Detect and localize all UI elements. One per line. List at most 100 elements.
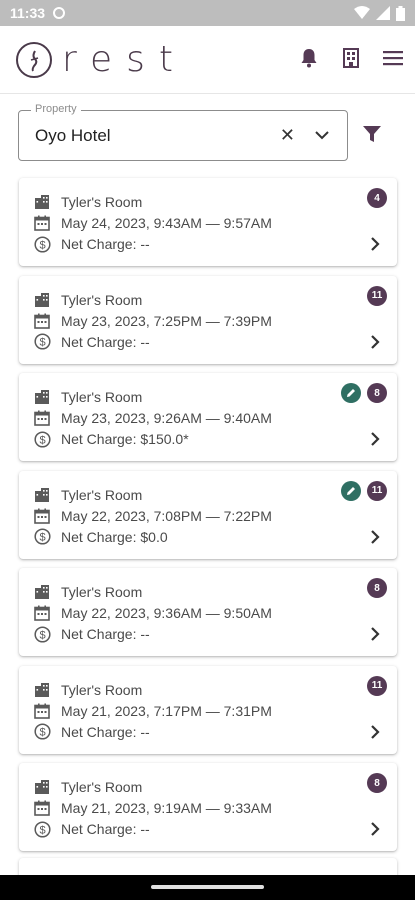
room-name: Tyler's Room [61,389,143,405]
room-row: Tyler's Room [33,485,142,505]
booking-list: Tyler's Room May 24, 2023, 9:43AM — 9:57… [19,178,397,861]
booking-card[interactable]: Tyler's Room May 23, 2023, 9:26AM — 9:40… [19,373,397,461]
charge-row: $ Net Charge: -- [33,819,150,839]
status-bar: 11:33 [0,0,415,26]
booking-date: May 22, 2023, 9:36AM — 9:50AM [61,605,272,621]
building-icon [33,778,51,796]
charge-row: $ Net Charge: -- [33,332,150,352]
filter-row: Property Oyo Hotel ✕ [18,103,398,162]
chevron-right-icon[interactable] [367,431,383,447]
building-icon [33,388,51,406]
dollar-circle-icon: $ [33,625,51,643]
room-row: Tyler's Room [33,680,142,700]
dollar-circle-icon: $ [33,430,51,448]
date-row: May 21, 2023, 7:17PM — 7:31PM [33,701,272,721]
net-charge: Net Charge: -- [61,333,150,350]
booking-date: May 21, 2023, 9:19AM — 9:33AM [61,800,272,816]
calendar-icon [33,409,51,427]
building-icon [33,681,51,699]
count-badge: 11 [367,285,387,306]
hotel-building-icon[interactable] [339,46,363,70]
chevron-right-icon[interactable] [367,236,383,252]
net-charge: Net Charge: $0.0 [61,528,168,545]
dollar-circle-icon: $ [33,723,51,741]
dollar-circle-icon: $ [33,820,51,838]
card-badges: 8 [367,578,387,598]
date-row: May 22, 2023, 7:08PM — 7:22PM [33,506,272,526]
calendar-icon [33,312,51,330]
booking-date: May 21, 2023, 7:17PM — 7:31PM [61,702,272,719]
app-bar: rest [0,26,415,94]
room-name: Tyler's Room [61,681,143,698]
svg-text:$: $ [39,239,45,251]
room-row: Tyler's Room [33,387,142,407]
svg-text:$: $ [39,824,45,836]
charge-row: $ Net Charge: -- [33,234,150,254]
chevron-right-icon[interactable] [367,821,383,837]
wifi-icon [354,6,370,19]
status-icons [354,5,405,21]
property-value: Oyo Hotel [35,126,111,145]
bell-icon[interactable] [297,46,321,70]
date-row: May 21, 2023, 9:19AM — 9:33AM [33,798,272,818]
building-icon [33,583,51,601]
card-badges: 8 [341,383,387,403]
building-icon [33,486,51,504]
room-name: Tyler's Room [61,194,143,210]
sync-status-icon [53,7,66,19]
booking-card[interactable]: Tyler's Room May 21, 2023, 7:17PM — 7:31… [19,665,397,754]
booking-card[interactable]: Tyler's Room May 24, 2023, 9:43AM — 9:57… [19,178,397,266]
calendar-icon [33,702,51,720]
booking-card[interactable]: Tyler's Room May 21, 2023, 9:19AM — 9:33… [19,763,397,851]
booking-card[interactable]: Tyler's Room May 22, 2023, 7:08PM — 7:22… [19,470,397,559]
net-charge: Net Charge: -- [61,626,150,642]
room-row: Tyler's Room [33,192,142,212]
date-row: May 23, 2023, 7:25PM — 7:39PM [33,311,272,331]
booking-card[interactable]: Tyler's Room May 23, 2023, 7:25PM — 7:39… [19,275,397,364]
property-label: Property [31,103,81,115]
card-badges: 11 [367,675,387,696]
svg-text:$: $ [39,337,45,349]
booking-date: May 23, 2023, 9:26AM — 9:40AM [61,410,272,426]
building-icon [33,291,51,309]
net-charge: Net Charge: $150.0* [61,431,189,447]
calendar-icon [33,507,51,525]
count-badge: 11 [367,480,387,501]
chevron-right-icon[interactable] [367,724,383,740]
count-badge: 11 [367,675,387,696]
room-name: Tyler's Room [61,291,143,308]
date-row: May 23, 2023, 9:26AM — 9:40AM [33,408,272,428]
room-name: Tyler's Room [61,486,143,503]
card-badges: 8 [367,773,387,793]
net-charge: Net Charge: -- [61,821,150,837]
pencil-icon[interactable] [341,480,361,501]
booking-card[interactable]: Tyler's Room May 22, 2023, 9:36AM — 9:50… [19,568,397,656]
hamburger-menu-icon[interactable] [381,46,405,70]
room-row: Tyler's Room [33,290,142,310]
clear-icon[interactable]: ✕ [280,125,295,146]
system-nav-bar [0,875,415,900]
dollar-circle-icon: $ [33,235,51,253]
property-select[interactable]: Property Oyo Hotel ✕ [18,103,348,161]
status-time: 11:33 [10,5,46,21]
building-icon [33,193,51,211]
charge-row: $ Net Charge: $0.0 [33,527,168,547]
battery-icon [396,5,405,21]
pencil-icon[interactable] [341,383,361,403]
svg-text:$: $ [39,727,45,739]
dollar-circle-icon: $ [33,528,51,546]
calendar-icon [33,799,51,817]
charge-row: $ Net Charge: -- [33,624,150,644]
chevron-right-icon[interactable] [367,529,383,545]
filter-funnel-icon[interactable] [362,124,382,149]
room-name: Tyler's Room [61,584,143,600]
home-gesture-handle[interactable] [151,885,264,889]
chevron-down-icon[interactable] [315,127,329,145]
chevron-right-icon[interactable] [367,334,383,350]
booking-date: May 23, 2023, 7:25PM — 7:39PM [61,312,272,329]
app-logo[interactable]: rest [16,42,187,78]
calendar-icon [33,604,51,622]
charge-row: $ Net Charge: -- [33,722,150,742]
svg-text:$: $ [39,629,45,641]
chevron-right-icon[interactable] [367,626,383,642]
